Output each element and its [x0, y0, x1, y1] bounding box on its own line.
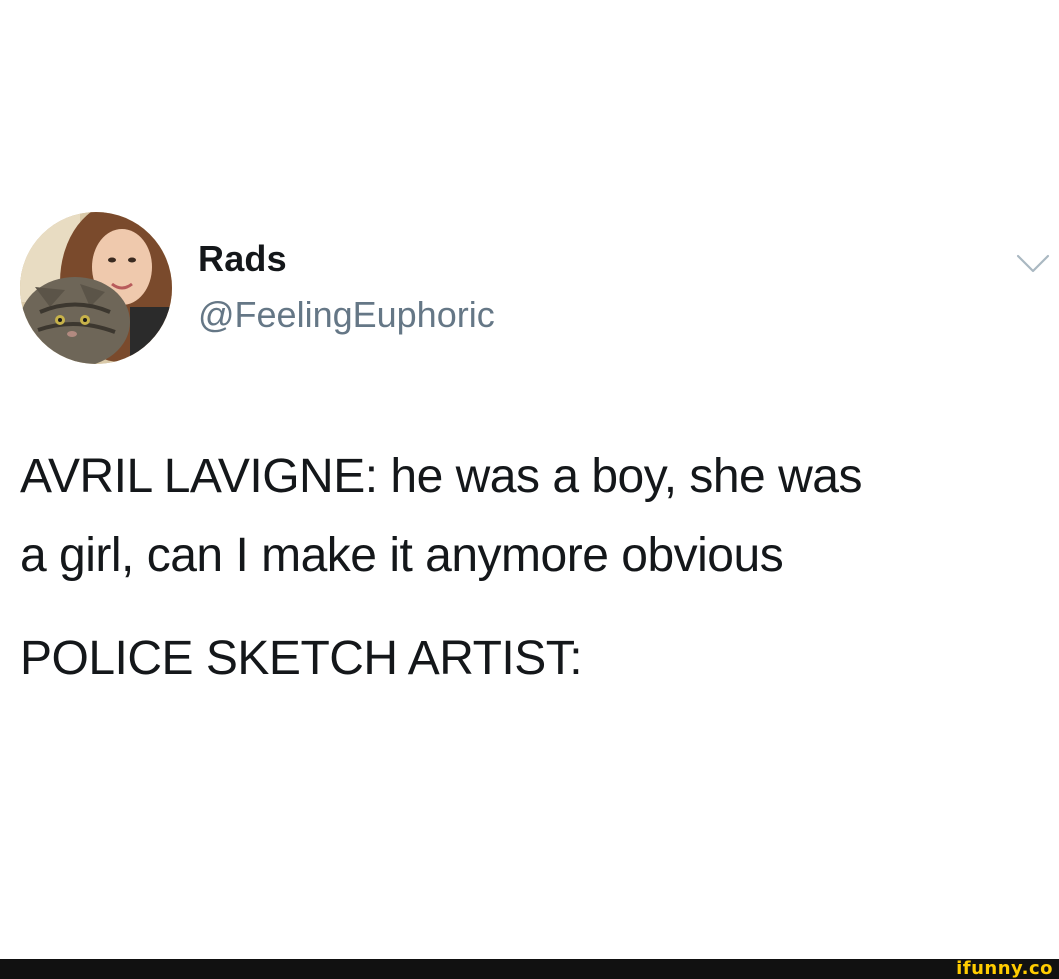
watermark-logo: ifunny.co [956, 958, 1053, 979]
chevron-down-icon[interactable] [1016, 252, 1050, 276]
tweet-text-line: a girl, can I make it anymore obvious [20, 529, 784, 582]
tweet-text: AVRIL LAVIGNE: he was a boy, she was a g… [20, 437, 1040, 698]
avatar-photo [20, 212, 172, 364]
tweet-text-line: AVRIL LAVIGNE: he was a boy, she was [20, 450, 862, 503]
avatar[interactable] [20, 212, 172, 364]
tweet-text-line: POLICE SKETCH ARTIST: [20, 632, 583, 685]
tweet-screenshot: Rads @FeelingEuphoric AVRIL LAVIGNE: he … [0, 0, 1059, 979]
display-name[interactable]: Rads [198, 238, 287, 280]
tweet-header: Rads @FeelingEuphoric [20, 212, 1050, 372]
user-handle[interactable]: @FeelingEuphoric [198, 294, 495, 336]
watermark-bar: ifunny.co [0, 959, 1059, 979]
